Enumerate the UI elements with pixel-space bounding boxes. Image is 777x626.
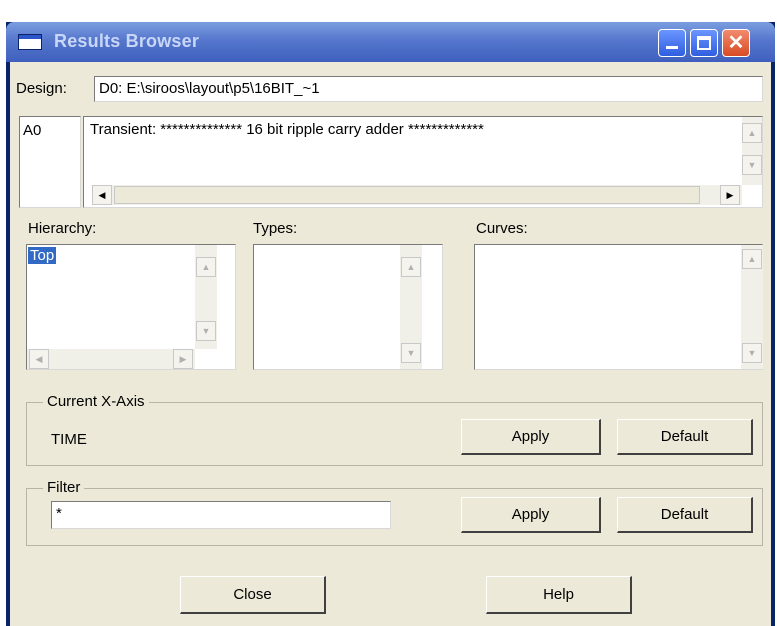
filter-input[interactable]: * <box>51 501 391 529</box>
analysis-id-list[interactable]: A0 <box>19 116 81 208</box>
horizontal-scroll-thumb[interactable] <box>114 186 700 204</box>
maximize-icon <box>697 36 711 50</box>
x-axis-apply-button[interactable]: Apply <box>461 419 601 455</box>
types-label: Types: <box>253 220 298 237</box>
types-list[interactable]: ▲ ▼ <box>253 244 443 370</box>
filter-group: Filter * Apply Default <box>26 479 763 546</box>
close-icon: ✕ <box>727 32 745 54</box>
results-browser-window: Results Browser ✕ Design: D0: E:\siroos\… <box>6 22 775 626</box>
window-app-icon <box>18 34 42 50</box>
scroll-right-icon[interactable]: ▶ <box>173 349 193 369</box>
hierarchy-vertical-scrollbar[interactable]: ▲ ▼ <box>195 245 217 349</box>
title-bar[interactable]: Results Browser ✕ <box>6 22 775 62</box>
types-vertical-scrollbar[interactable]: ▲ ▼ <box>400 245 422 369</box>
scroll-up-icon[interactable]: ▲ <box>401 257 421 277</box>
design-label: Design: <box>16 80 67 97</box>
analysis-id: A0 <box>23 122 42 139</box>
window-title: Results Browser <box>54 31 200 51</box>
hierarchy-item-top[interactable]: Top <box>28 247 57 264</box>
analysis-vertical-scrollbar[interactable]: ▲ ▼ <box>742 117 762 185</box>
x-axis-value: TIME <box>51 431 87 448</box>
curves-label: Curves: <box>476 220 528 237</box>
close-button[interactable]: Close <box>180 576 326 614</box>
current-x-axis-group: Current X-Axis TIME Apply Default <box>26 393 763 466</box>
filter-apply-button[interactable]: Apply <box>461 497 601 533</box>
x-axis-default-button[interactable]: Default <box>617 419 753 455</box>
analysis-description-list[interactable]: Transient: ************** 16 bit ripple … <box>83 116 763 208</box>
help-button[interactable]: Help <box>486 576 632 614</box>
minimize-button[interactable] <box>658 29 686 57</box>
dialog-body: Design: D0: E:\siroos\layout\p5\16BIT_~1… <box>10 62 771 626</box>
hierarchy-horizontal-scrollbar[interactable]: ◀ ▶ <box>27 349 195 369</box>
scroll-down-icon[interactable]: ▼ <box>401 343 421 363</box>
hierarchy-label: Hierarchy: <box>28 220 97 237</box>
design-field[interactable]: D0: E:\siroos\layout\p5\16BIT_~1 <box>94 76 763 102</box>
curves-list[interactable]: ▲ ▼ <box>474 244 763 370</box>
maximize-button[interactable] <box>690 29 718 57</box>
scroll-down-icon[interactable]: ▼ <box>196 321 216 341</box>
filter-group-title: Filter <box>43 479 85 496</box>
scroll-right-icon[interactable]: ▶ <box>720 185 740 205</box>
current-x-axis-group-title: Current X-Axis <box>43 393 149 410</box>
scroll-up-icon[interactable]: ▲ <box>196 257 216 277</box>
design-value: D0: E:\siroos\layout\p5\16BIT_~1 <box>99 80 320 97</box>
scroll-left-icon[interactable]: ◀ <box>29 349 49 369</box>
minimize-icon <box>666 46 678 49</box>
scroll-down-icon[interactable]: ▼ <box>742 343 762 363</box>
filter-default-button[interactable]: Default <box>617 497 753 533</box>
analysis-horizontal-scrollbar[interactable]: ◀ ▶ <box>92 185 742 205</box>
scroll-left-icon[interactable]: ◀ <box>92 185 112 205</box>
scroll-down-icon[interactable]: ▼ <box>742 155 762 175</box>
scroll-up-icon[interactable]: ▲ <box>742 123 762 143</box>
close-window-button[interactable]: ✕ <box>722 29 750 57</box>
curves-vertical-scrollbar[interactable]: ▲ ▼ <box>741 245 763 369</box>
hierarchy-list[interactable]: Top ▲ ▼ ◀ ▶ <box>26 244 236 370</box>
analysis-description: Transient: ************** 16 bit ripple … <box>90 121 484 138</box>
scroll-up-icon[interactable]: ▲ <box>742 249 762 269</box>
filter-value: * <box>56 505 62 522</box>
